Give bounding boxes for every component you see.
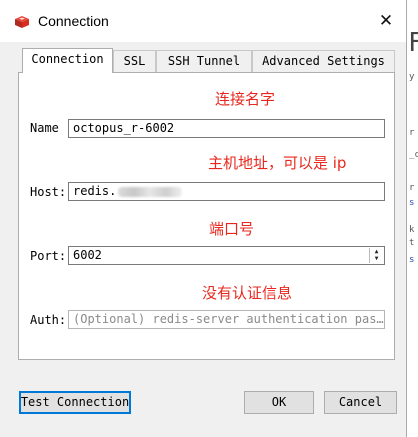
ok-button[interactable]: OK (244, 391, 314, 414)
background-glyph: F (408, 28, 418, 58)
name-input-value: octopus_r-6002 (73, 121, 175, 135)
tab-connection[interactable]: Connection (22, 48, 113, 73)
background-application: F y r _c r s k t s (407, 0, 418, 437)
background-glyph: k (409, 225, 415, 235)
port-input-value: 6002 (73, 248, 102, 262)
background-glyph: r (409, 128, 415, 138)
name-label: Name (30, 121, 59, 135)
name-input[interactable]: octopus_r-6002 (68, 119, 385, 138)
cancel-button[interactable]: Cancel (324, 391, 397, 414)
background-glyph: y (409, 72, 415, 82)
annotation-name: 连接名字 (215, 90, 276, 108)
annotation-port: 端口号 (209, 220, 255, 238)
spin-down-icon[interactable]: ▼ (370, 255, 383, 262)
close-icon: ✕ (378, 11, 394, 30)
tab-ssh-tunnel[interactable]: SSH Tunnel (156, 50, 252, 72)
title-bar: Connection ✕ (0, 0, 406, 42)
port-label: Port: (30, 249, 67, 263)
auth-input-placeholder: (Optional) redis-server authentication p… (73, 312, 384, 326)
test-connection-button[interactable]: Test Connection (19, 391, 131, 414)
background-glyph: _c (409, 150, 418, 160)
background-glyph: s (409, 198, 415, 208)
tab-advanced-settings[interactable]: Advanced Settings (252, 50, 395, 72)
spin-up-icon[interactable]: ▲ (370, 248, 383, 255)
connection-dialog: Connection ✕ Connection SSL SSH Tunnel A… (0, 0, 407, 437)
host-label: Host: (30, 185, 67, 199)
redacted-blur (118, 186, 183, 197)
background-glyph: s (409, 255, 415, 265)
tab-ssl[interactable]: SSL (113, 50, 156, 72)
background-glyph: t (409, 238, 415, 248)
redis-logo-icon (15, 16, 29, 28)
annotation-auth: 没有认证信息 (202, 284, 293, 302)
host-input-value: redis. (73, 184, 117, 198)
port-spinbox[interactable]: 6002 ▲ ▼ (68, 246, 385, 265)
auth-label: Auth: (30, 313, 67, 327)
host-input[interactable]: redis. (68, 182, 385, 201)
annotation-host: 主机地址，可以是 ip (208, 154, 347, 172)
auth-input[interactable]: (Optional) redis-server authentication p… (68, 310, 385, 329)
window-title: Connection (38, 13, 109, 29)
port-spin-buttons[interactable]: ▲ ▼ (369, 248, 383, 263)
background-glyph: r (409, 183, 415, 193)
close-button[interactable]: ✕ (370, 5, 402, 37)
